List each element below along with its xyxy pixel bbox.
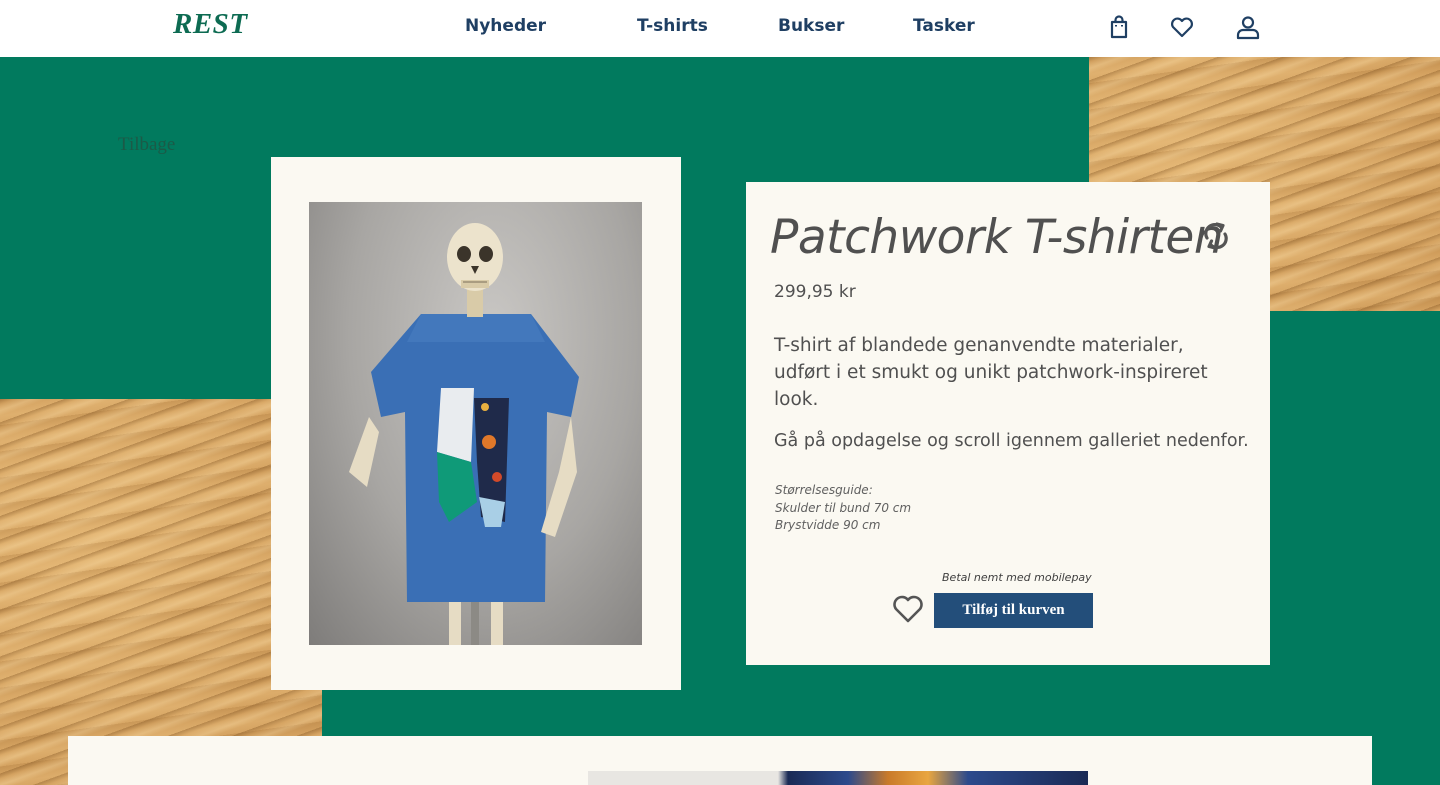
- product-info-card: Patchwork T-shirten 299,95 kr T-shirt af…: [746, 182, 1270, 665]
- explore-text: Gå på opdagelse og scroll igennem galler…: [774, 431, 1249, 451]
- product-price: 299,95 kr: [774, 282, 856, 302]
- nav-item-bukser[interactable]: Bukser: [778, 16, 844, 36]
- refresh-icon[interactable]: [1198, 218, 1234, 254]
- gallery-image[interactable]: [588, 771, 1088, 785]
- add-to-cart-button[interactable]: Tilføj til kurven: [934, 593, 1093, 628]
- logo[interactable]: REST: [173, 8, 248, 41]
- size-guide: Størrelsesguide: Skulder til bund 70 cm …: [775, 482, 911, 535]
- size-guide-line: Skulder til bund 70 cm: [775, 500, 912, 515]
- heart-icon[interactable]: [1169, 14, 1195, 40]
- user-icon[interactable]: [1235, 14, 1261, 40]
- back-link[interactable]: Tilbage: [118, 134, 175, 156]
- product-image-card: [271, 157, 681, 690]
- nav-item-nyheder[interactable]: Nyheder: [465, 16, 546, 36]
- gallery-section: [68, 736, 1372, 785]
- favorite-heart-icon[interactable]: [891, 594, 925, 624]
- nav-item-tasker[interactable]: Tasker: [913, 16, 975, 36]
- product-description: T-shirt af blandede genanvendte material…: [774, 335, 1208, 410]
- product-photo[interactable]: [309, 202, 642, 645]
- payment-note: Betal nemt med mobilepay: [942, 571, 1092, 584]
- size-guide-heading: Størrelsesguide:: [775, 483, 873, 497]
- shopping-bag-icon[interactable]: [1106, 14, 1132, 40]
- nav-item-t-shirts[interactable]: T-shirts: [637, 16, 708, 36]
- product-title: Patchwork T-shirten: [770, 210, 1224, 265]
- site-header: REST Nyheder T-shirts Bukser Tasker: [0, 0, 1440, 57]
- size-guide-line: Brystvidde 90 cm: [775, 518, 881, 532]
